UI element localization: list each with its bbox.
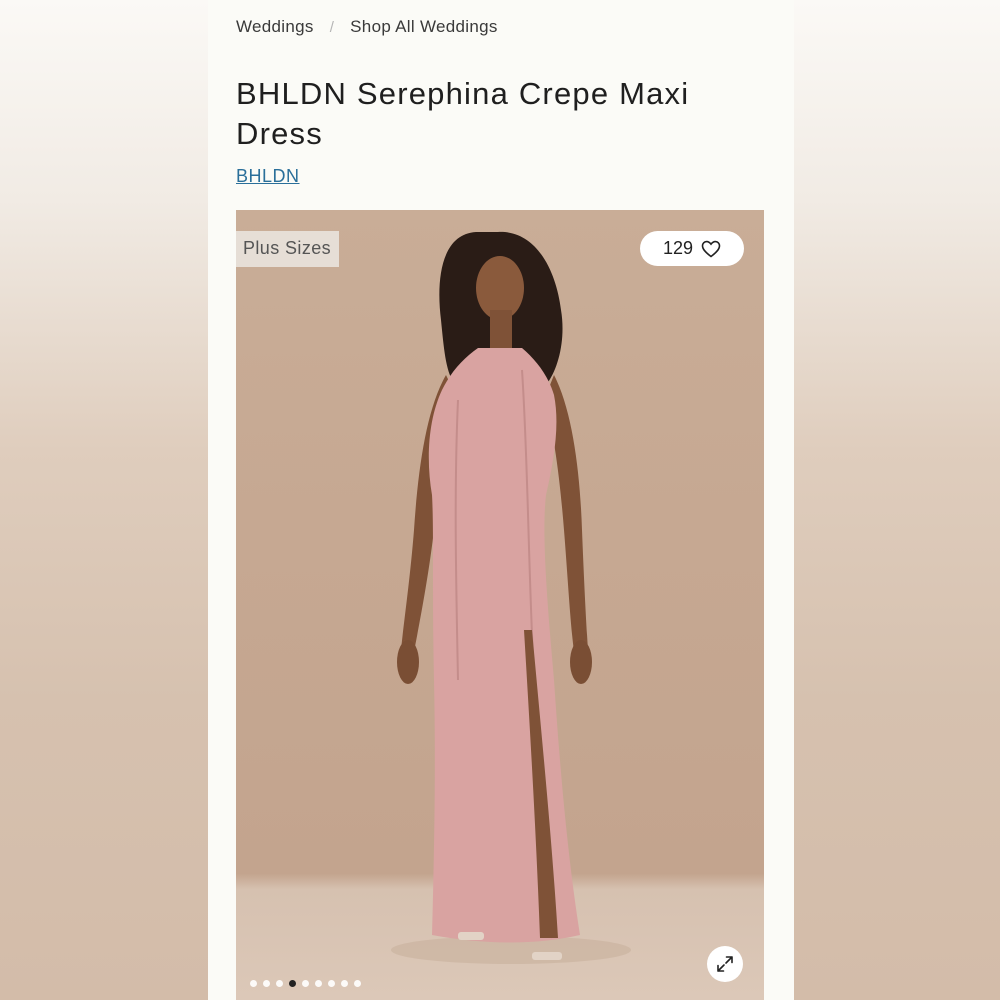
product-title: BHLDN Serephina Crepe Maxi Dress (236, 76, 690, 151)
pagination-dot[interactable] (289, 980, 296, 987)
pagination-dot[interactable] (341, 980, 348, 987)
pagination-dot[interactable] (315, 980, 322, 987)
background-blur-right (794, 0, 1000, 1000)
breadcrumb: Weddings / Shop All Weddings (236, 17, 498, 37)
heart-icon (701, 240, 721, 258)
brand-link[interactable]: BHLDN (236, 166, 300, 187)
expand-image-button[interactable] (707, 946, 743, 982)
breadcrumb-separator: / (329, 18, 335, 36)
image-pagination (250, 980, 361, 987)
product-photo-illustration (391, 231, 631, 964)
pagination-dot[interactable] (263, 980, 270, 987)
favorite-button[interactable]: 129 (640, 231, 744, 266)
pagination-dot[interactable] (250, 980, 257, 987)
pagination-dot[interactable] (328, 980, 335, 987)
background-blur-left (0, 0, 208, 1000)
breadcrumb-item-shop-all-weddings[interactable]: Shop All Weddings (350, 17, 498, 37)
pagination-dot[interactable] (354, 980, 361, 987)
product-image[interactable]: Plus Sizes 129 (236, 210, 764, 1000)
plus-sizes-badge: Plus Sizes (236, 231, 340, 267)
breadcrumb-item-weddings[interactable]: Weddings (236, 17, 314, 37)
pagination-dot[interactable] (302, 980, 309, 987)
favorite-count: 129 (662, 238, 694, 258)
product-page: Weddings / Shop All Weddings BHLDN Serep… (208, 0, 794, 1000)
pagination-dot[interactable] (276, 980, 283, 987)
expand-arrows-icon (717, 956, 733, 972)
